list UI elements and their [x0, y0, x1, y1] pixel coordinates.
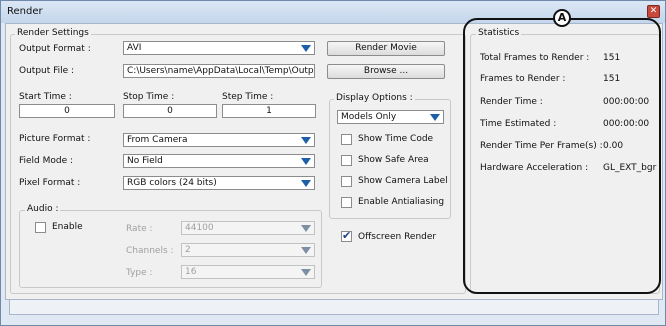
render-dialog: Render ✕ Render Settings Output Format :… — [0, 0, 666, 326]
field-mode-select[interactable]: No Field — [123, 154, 315, 168]
step-time-value: 1 — [266, 106, 272, 116]
audio-channels-select[interactable]: 2 — [181, 243, 315, 257]
show-time-code-label: Show Time Code — [358, 134, 434, 144]
show-safe-area-checkbox[interactable] — [341, 155, 352, 166]
chevron-down-icon — [301, 247, 311, 254]
step-time-label: Step Time : — [222, 92, 274, 102]
show-camera-label-checkbox[interactable] — [341, 176, 352, 187]
audio-type-value: 16 — [185, 267, 197, 277]
enable-antialiasing-checkbox[interactable] — [341, 197, 352, 208]
output-file-field[interactable]: C:\Users\name\AppData\Local\Temp\Output.… — [123, 64, 315, 78]
output-file-value: C:\Users\name\AppData\Local\Temp\Output.… — [127, 66, 314, 76]
offscreen-render-label: Offscreen Render — [358, 232, 437, 242]
show-safe-area-label: Show Safe Area — [358, 155, 429, 165]
chevron-down-icon — [301, 225, 311, 232]
chevron-down-icon — [301, 45, 311, 52]
output-file-label: Output File : — [19, 66, 75, 76]
show-time-code-checkbox[interactable] — [341, 134, 352, 145]
render-settings-label: Render Settings — [15, 28, 91, 38]
start-time-value: 0 — [64, 106, 70, 116]
field-mode-label: Field Mode : — [19, 156, 74, 166]
chevron-down-icon — [301, 137, 311, 144]
audio-channels-label: Channels : — [126, 246, 174, 256]
picture-format-value: From Camera — [127, 135, 188, 145]
start-time-field[interactable]: 0 — [19, 104, 115, 118]
start-time-label: Start Time : — [19, 92, 72, 102]
display-mode-select[interactable]: Models Only — [337, 110, 444, 124]
chevron-down-icon — [301, 180, 311, 187]
callout-highlight-frame — [463, 18, 661, 294]
pixel-format-select[interactable]: RGB colors (24 bits) — [123, 176, 315, 190]
offscreen-render-checkbox[interactable]: ✔ — [341, 229, 352, 242]
audio-enable-label: Enable — [52, 222, 83, 232]
audio-type-select[interactable]: 16 — [181, 265, 315, 279]
status-bar — [9, 299, 659, 315]
stop-time-label: Stop Time : — [123, 92, 175, 102]
chevron-down-icon — [301, 269, 311, 276]
stop-time-value: 0 — [167, 106, 173, 116]
output-format-value: AVI — [127, 43, 142, 53]
chevron-down-icon — [301, 158, 311, 165]
display-options-label: Display Options : — [334, 93, 415, 103]
pixel-format-value: RGB colors (24 bits) — [127, 178, 217, 188]
display-mode-value: Models Only — [341, 112, 397, 122]
callout-badge: A — [553, 9, 571, 27]
pixel-format-label: Pixel Format : — [19, 178, 81, 188]
audio-rate-label: Rate : — [126, 224, 153, 234]
output-format-select[interactable]: AVI — [123, 41, 315, 55]
chevron-down-icon — [430, 114, 440, 121]
browse-button[interactable]: Browse ... — [327, 64, 445, 79]
audio-label: Audio : — [25, 204, 61, 214]
close-icon[interactable]: ✕ — [647, 5, 660, 18]
stop-time-field[interactable]: 0 — [123, 104, 217, 118]
picture-format-label: Picture Format : — [19, 134, 91, 144]
audio-rate-value: 44100 — [185, 223, 214, 233]
render-movie-button[interactable]: Render Movie — [327, 41, 445, 56]
checkmark-icon: ✔ — [342, 229, 352, 242]
audio-type-label: Type : — [126, 268, 153, 278]
field-mode-value: No Field — [127, 156, 163, 166]
output-format-label: Output Format : — [19, 44, 91, 54]
picture-format-select[interactable]: From Camera — [123, 133, 315, 147]
enable-antialiasing-label: Enable Antialiasing — [358, 197, 445, 207]
show-camera-label-label: Show Camera Label — [358, 176, 448, 186]
audio-channels-value: 2 — [185, 245, 191, 255]
window-title: Render — [7, 6, 43, 17]
audio-rate-select[interactable]: 44100 — [181, 221, 315, 235]
step-time-field[interactable]: 1 — [222, 104, 316, 118]
audio-enable-checkbox[interactable] — [35, 222, 46, 233]
